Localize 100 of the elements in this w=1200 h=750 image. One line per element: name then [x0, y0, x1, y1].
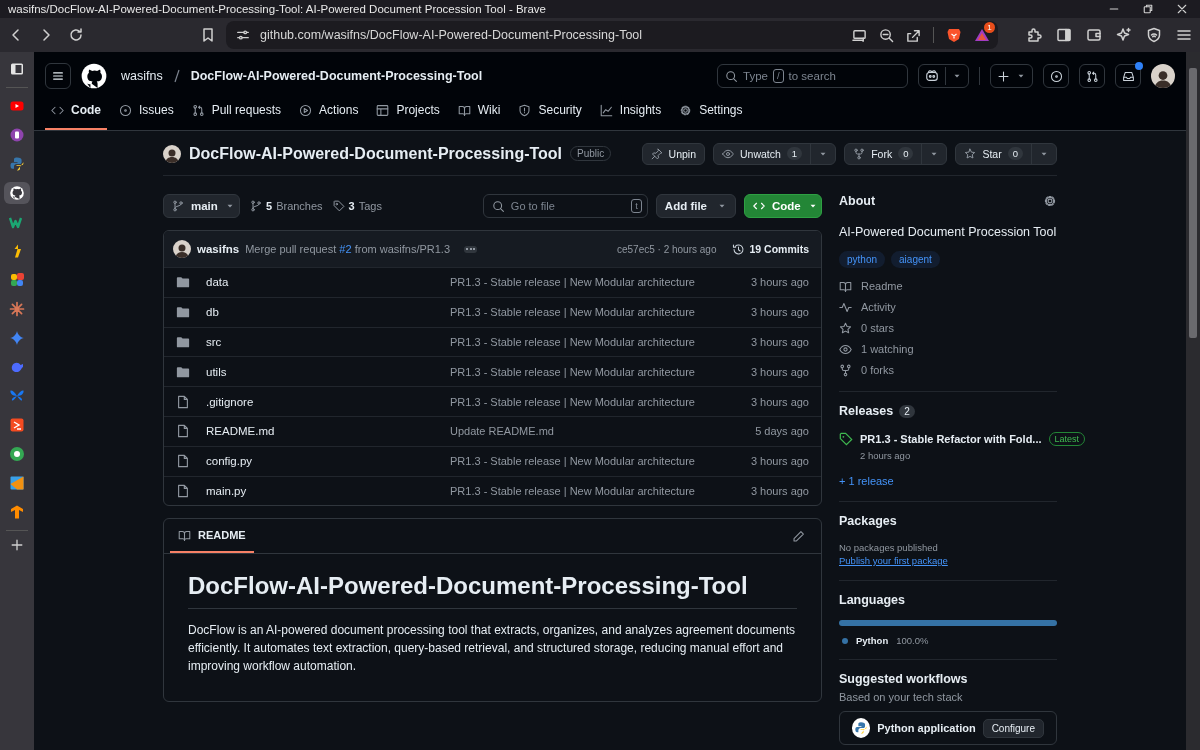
repo-tab[interactable]: Security: [512, 92, 588, 130]
menu-icon[interactable]: [1176, 27, 1192, 43]
menu-button[interactable]: [45, 63, 71, 89]
file-name-link[interactable]: .gitignore: [206, 395, 450, 408]
branch-select[interactable]: main: [163, 194, 240, 218]
publish-package-link[interactable]: Publish your first package: [839, 555, 948, 566]
file-name-link[interactable]: db: [206, 306, 450, 319]
bookmark-icon[interactable]: [200, 27, 216, 43]
wallet-icon[interactable]: [1086, 27, 1102, 43]
topic-tag[interactable]: aiagent: [891, 251, 940, 268]
star-button[interactable]: Star 0: [955, 142, 1057, 165]
arrow-icon[interactable]: [9, 504, 25, 520]
terminal-icon[interactable]: [9, 417, 25, 433]
address-bar[interactable]: github.com/wasifns/DocFlow-AI-Powered-Document-Processing-Tool 1: [226, 21, 998, 49]
sidebar-item[interactable]: [4, 182, 30, 204]
sparkle-icon[interactable]: [1116, 27, 1132, 43]
add-file-button[interactable]: Add file: [655, 194, 736, 218]
commit-message-link[interactable]: PR1.3 - Stable release | New Modular architecture: [450, 484, 751, 497]
commit-message-link[interactable]: Update README.md: [450, 425, 756, 438]
repo-tab[interactable]: Settings: [673, 92, 749, 130]
add-icon[interactable]: [10, 538, 24, 552]
octocat-icon[interactable]: [9, 185, 25, 201]
ellipsis-button[interactable]: [464, 245, 478, 253]
owner-link[interactable]: wasifns: [121, 69, 163, 83]
commits-link[interactable]: 19 Commits: [732, 242, 809, 256]
folder-icon: [176, 305, 190, 320]
commit-message-link[interactable]: PR1.3 - Stable release | New Modular architecture: [450, 336, 751, 348]
zoom-out-icon[interactable]: [879, 27, 894, 43]
author-link[interactable]: wasifns: [197, 243, 240, 255]
cast-icon[interactable]: [852, 27, 867, 43]
configure-button[interactable]: Configure: [982, 718, 1044, 738]
pull-requests-button[interactable]: [1079, 64, 1105, 88]
commit-message-link[interactable]: PR1.3 - Stable release | New Modular architecture: [450, 306, 751, 319]
file-name-link[interactable]: main.py: [206, 484, 450, 497]
notification-badge: 1: [984, 22, 995, 33]
commit-message[interactable]: Merge pull request #2 from wasifns/PR1.3: [245, 243, 451, 255]
copilot-button[interactable]: [918, 64, 969, 88]
readme-heading: DocFlow-AI-Powered-Document-Processing-Tool: [188, 572, 797, 610]
repo-tab[interactable]: Insights: [593, 92, 668, 130]
count-badge: 0: [898, 147, 914, 160]
site-settings-icon[interactable]: [236, 28, 250, 42]
pull-request-link[interactable]: #2: [339, 243, 352, 255]
repo-tab[interactable]: Projects: [370, 92, 446, 130]
unpin-button[interactable]: Unpin: [641, 142, 705, 165]
repo-tab[interactable]: Wiki: [451, 92, 507, 130]
tags-link[interactable]: 3 Tags: [332, 200, 382, 212]
restore-icon[interactable]: [1142, 3, 1154, 15]
file-name-link[interactable]: data: [206, 276, 450, 289]
search-field[interactable]: Type / to search: [717, 64, 908, 88]
fork-button[interactable]: Fork 0: [844, 142, 948, 165]
file-name-link[interactable]: src: [206, 336, 450, 348]
pencil-icon[interactable]: [792, 529, 805, 543]
inbox-button[interactable]: [1115, 64, 1141, 88]
file-search-field[interactable]: Go to file t: [482, 194, 648, 218]
stat-link[interactable]: Activity: [839, 299, 1057, 315]
asterisk-icon[interactable]: [9, 301, 25, 317]
topic-tag[interactable]: python: [839, 251, 886, 268]
more-releases-link[interactable]: + 1 release: [839, 475, 894, 487]
file-name-link[interactable]: config.py: [206, 455, 450, 468]
stat-link[interactable]: 1 watching: [839, 341, 1057, 357]
issues-button[interactable]: [1043, 64, 1069, 88]
share-icon[interactable]: [906, 27, 921, 43]
repo-tab[interactable]: Actions: [293, 92, 365, 130]
puzzle-icon[interactable]: [1026, 27, 1042, 43]
repo-link[interactable]: DocFlow-AI-Powered-Document-Processing-Tool: [190, 69, 483, 83]
code-button[interactable]: Code: [744, 194, 822, 218]
snake-icon[interactable]: [9, 156, 25, 172]
avatar[interactable]: [1151, 64, 1175, 88]
circle-icon[interactable]: [9, 127, 25, 143]
file-name-link[interactable]: README.md: [206, 425, 450, 438]
settings-icon: [679, 103, 693, 117]
stat-link[interactable]: 0 forks: [839, 362, 1057, 378]
stat-link[interactable]: 0 stars: [839, 320, 1057, 336]
table-icon: [376, 103, 390, 117]
ring-icon[interactable]: [9, 446, 25, 462]
sidebar-toggle-icon[interactable]: [1056, 27, 1072, 43]
sidebar-panel-icon[interactable]: [9, 61, 25, 77]
stat-link[interactable]: Readme: [839, 278, 1057, 294]
branch-icon: [250, 200, 262, 212]
unwatch-button[interactable]: Unwatch 1: [713, 142, 837, 165]
repo-tab[interactable]: Issues: [113, 92, 180, 130]
commit-message-link[interactable]: PR1.3 - Stable release | New Modular architecture: [450, 365, 751, 378]
close-icon[interactable]: [1176, 3, 1188, 15]
settings-icon[interactable]: [1043, 194, 1057, 208]
scrollbar-thumb[interactable]: [1189, 68, 1197, 338]
reload-icon[interactable]: [68, 27, 84, 43]
repo-tab[interactable]: Pull requests: [185, 92, 288, 130]
commit-message-link[interactable]: PR1.3 - Stable release | New Modular architecture: [450, 395, 751, 408]
commit-message-link[interactable]: PR1.3 - Stable release | New Modular architecture: [450, 276, 751, 289]
triangle-icon[interactable]: [974, 27, 990, 43]
octocat-icon[interactable]: [81, 63, 107, 89]
release-link[interactable]: PR1.3 - Stable Refactor with Fold...: [860, 433, 1042, 445]
commit-message-link[interactable]: PR1.3 - Stable release | New Modular architecture: [450, 455, 751, 468]
notification-dot: [1135, 62, 1143, 70]
repo-tab[interactable]: Code: [45, 92, 107, 130]
create-button[interactable]: [990, 64, 1033, 88]
readme-tab[interactable]: README: [170, 519, 254, 554]
vpn-shield-icon[interactable]: [1146, 27, 1162, 43]
file-name-link[interactable]: utils: [206, 365, 450, 378]
branches-link[interactable]: 5 Branches: [250, 200, 323, 212]
